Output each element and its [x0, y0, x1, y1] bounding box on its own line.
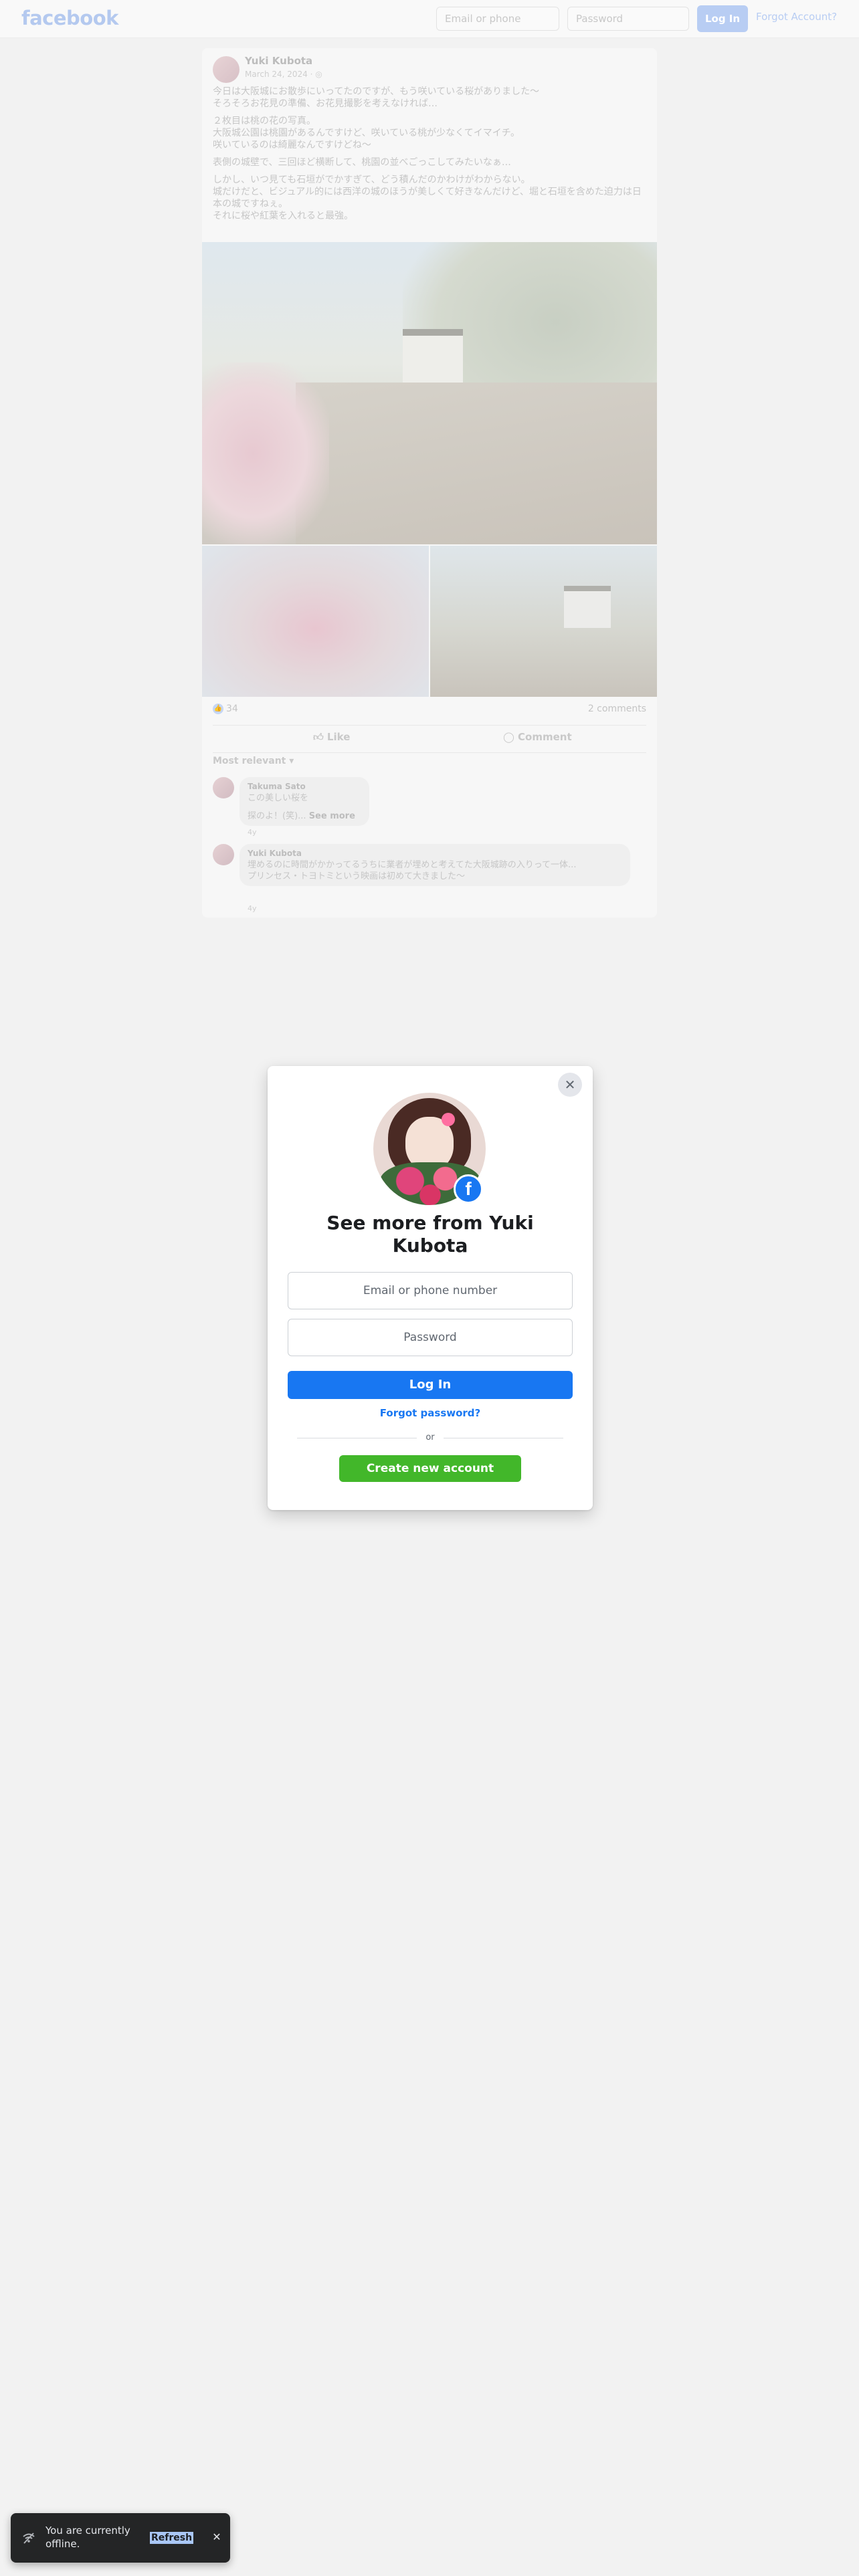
post-body: 今日は大阪城にお散歩にいってたのですが、もう咲いている桜がありました〜 そろそろ…: [213, 86, 648, 227]
comment-bubble: Takuma Sato この美しい桜を 探のよ！(笑)... See more: [240, 777, 369, 826]
close-icon[interactable]: ✕: [558, 1073, 582, 1097]
photo-castle-tower: [403, 329, 463, 383]
header-email-input[interactable]: Email or phone: [436, 7, 559, 31]
modal-title: See more from Yuki Kubota: [326, 1212, 534, 1257]
header-forgot-account-link[interactable]: Forgot Account?: [756, 11, 837, 23]
wifi-off-icon: [21, 2531, 36, 2545]
header-login-button[interactable]: Log In: [697, 5, 748, 32]
refresh-button[interactable]: Refresh: [150, 2532, 194, 2544]
login-modal: ✕ f See more from Yuki Kubota Email or p…: [268, 1066, 593, 1510]
photo-castle-tower-distant[interactable]: [430, 546, 657, 697]
create-account-button[interactable]: Create new account: [339, 1455, 521, 1482]
password-field[interactable]: Password: [288, 1319, 573, 1356]
comment-text: 探のよ！(笑)...: [248, 811, 309, 821]
photo-castle-small: [564, 586, 611, 628]
like-reaction-icon: 👍: [213, 704, 223, 714]
comment-sort-dropdown[interactable]: Most relevant ▾: [213, 756, 294, 766]
comment-label: Comment: [518, 731, 572, 743]
commenter-avatar[interactable]: [213, 844, 234, 865]
see-more-link[interactable]: See more: [309, 811, 355, 821]
reactions-count: 34: [226, 704, 238, 714]
post-card: Yuki Kubota March 24, 2024 · ◎ 今日は大阪城にお散…: [202, 48, 657, 918]
like-label: Like: [326, 731, 351, 743]
comment-button[interactable]: ◯ Comment: [503, 731, 572, 743]
comment-text: 埋めるのに時間がかかってるうちに業者が埋めと考えてた大阪城跡の入りって一体...: [248, 860, 577, 870]
commenter-name[interactable]: Yuki Kubota: [248, 848, 622, 859]
globe-icon: ◎: [315, 70, 322, 79]
chevron-down-icon: ▾: [289, 756, 294, 766]
sort-label: Most relevant: [213, 756, 286, 766]
post-date-text: March 24, 2024 ·: [245, 70, 316, 79]
photo-stone-wall: [296, 383, 657, 544]
top-navigation-bar: facebook Email or phone Password Log In …: [0, 0, 859, 38]
offline-message: You are currently offline.: [45, 2525, 130, 2550]
comments-count-link[interactable]: 2 comments: [588, 704, 646, 714]
like-button[interactable]: 👍︎ Like: [313, 731, 350, 744]
post-paragraph: ２枚目は桃の花の写真。 大阪城公園は桃園があるんですけど、咲いている桃が少なくて…: [213, 116, 520, 150]
comment-text: プリンセス・トヨトミという映画は初めて大きました〜: [248, 871, 466, 881]
login-button[interactable]: Log In: [288, 1371, 573, 1399]
offline-toast: You are currently offline. Refresh ✕: [11, 2513, 230, 2563]
post-paragraph: 表側の城壁で、三回ほど横断して、桃園の並べごっこしてみたいなぁ…: [213, 157, 511, 168]
post-paragraph: 今日は大阪城にお散歩にいってたのですが、もう咲いている桜がありました〜 そろそろ…: [213, 86, 540, 109]
reactions-summary[interactable]: 👍 34: [213, 704, 238, 714]
post-action-bar: 👍︎ Like ◯ Comment: [213, 725, 646, 753]
thumbs-up-icon: 👍︎: [313, 731, 324, 743]
comment-text: この美しい桜を: [248, 793, 309, 803]
facebook-logo[interactable]: facebook: [21, 7, 118, 29]
author-avatar[interactable]: [213, 56, 240, 83]
avatar-hair-flower: [442, 1113, 455, 1126]
comment-time[interactable]: 4y: [248, 904, 257, 913]
photo-blossoms: [202, 362, 329, 544]
or-separator: or: [417, 1430, 444, 1445]
comment-bubble: Yuki Kubota 埋めるのに時間がかかってるうちに業者が埋めと考えてた大阪…: [240, 844, 630, 886]
photo-osaka-castle-wall[interactable]: [202, 242, 657, 544]
header-password-input[interactable]: Password: [567, 7, 689, 31]
post-author-name[interactable]: Yuki Kubota: [245, 55, 312, 67]
post-paragraph: しかし、いつ見ても石垣がでかすぎて、どう積んだのかわけがわからない。 城だけだと…: [213, 175, 642, 221]
photo-peach-blossoms[interactable]: [202, 546, 429, 697]
forgot-password-link[interactable]: Forgot password?: [268, 1403, 593, 1423]
commenter-name[interactable]: Takuma Sato: [248, 781, 361, 792]
close-icon[interactable]: ✕: [209, 2529, 225, 2545]
comment-time[interactable]: 4y: [248, 828, 257, 837]
commenter-avatar[interactable]: [213, 777, 234, 798]
speech-bubble-icon: ◯: [503, 731, 514, 743]
facebook-badge-icon: f: [454, 1174, 483, 1204]
email-field[interactable]: Email or phone number: [288, 1272, 573, 1309]
post-timestamp[interactable]: March 24, 2024 · ◎: [245, 70, 322, 79]
